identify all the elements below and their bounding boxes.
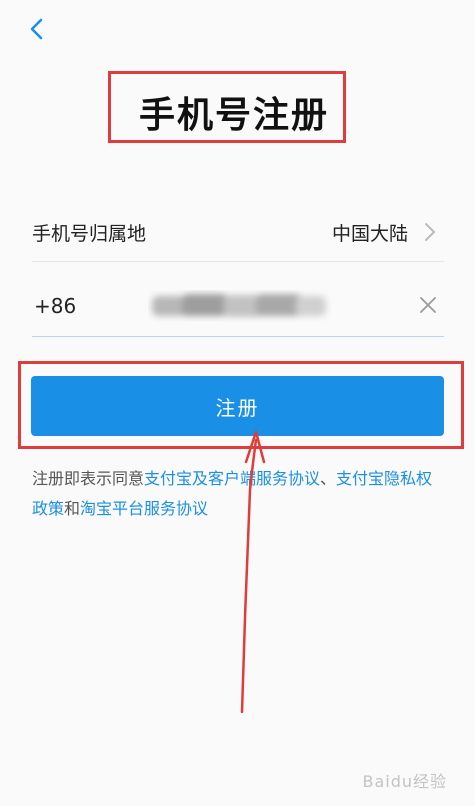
agreement-link-client-service[interactable]: 支付宝及客户端服务协议 bbox=[144, 469, 320, 488]
agreement-conjunction: 和 bbox=[64, 499, 81, 518]
title-annotation-box: 手机号注册 bbox=[108, 71, 346, 143]
register-button[interactable]: 注册 bbox=[31, 376, 444, 436]
agreement-prefix: 注册即表示同意 bbox=[32, 469, 145, 488]
agreement-text: 注册即表示同意支付宝及客户端服务协议、支付宝隐私权政策和淘宝平台服务协议 bbox=[32, 464, 442, 524]
phone-field-row: +86 bbox=[32, 276, 444, 337]
region-value: 中国大陆 bbox=[331, 223, 408, 245]
register-page: 手机号注册 手机号归属地 中国大陆 +86 注册 注册即表示同意支付宝及客户端服… bbox=[0, 0, 475, 806]
region-label: 手机号归属地 bbox=[32, 223, 147, 245]
chevron-right-icon bbox=[425, 223, 435, 241]
chevron-left-icon[interactable] bbox=[22, 14, 52, 44]
phone-input[interactable] bbox=[144, 288, 338, 324]
close-icon[interactable] bbox=[416, 293, 440, 317]
agreement-separator: 、 bbox=[320, 469, 337, 488]
region-selector[interactable]: 手机号归属地 中国大陆 bbox=[32, 203, 444, 262]
agreement-link-taobao-service[interactable]: 淘宝平台服务协议 bbox=[80, 499, 208, 518]
watermark: Baidu经验 bbox=[362, 772, 447, 791]
page-title: 手机号注册 bbox=[139, 95, 330, 136]
country-code: +86 bbox=[34, 294, 77, 318]
